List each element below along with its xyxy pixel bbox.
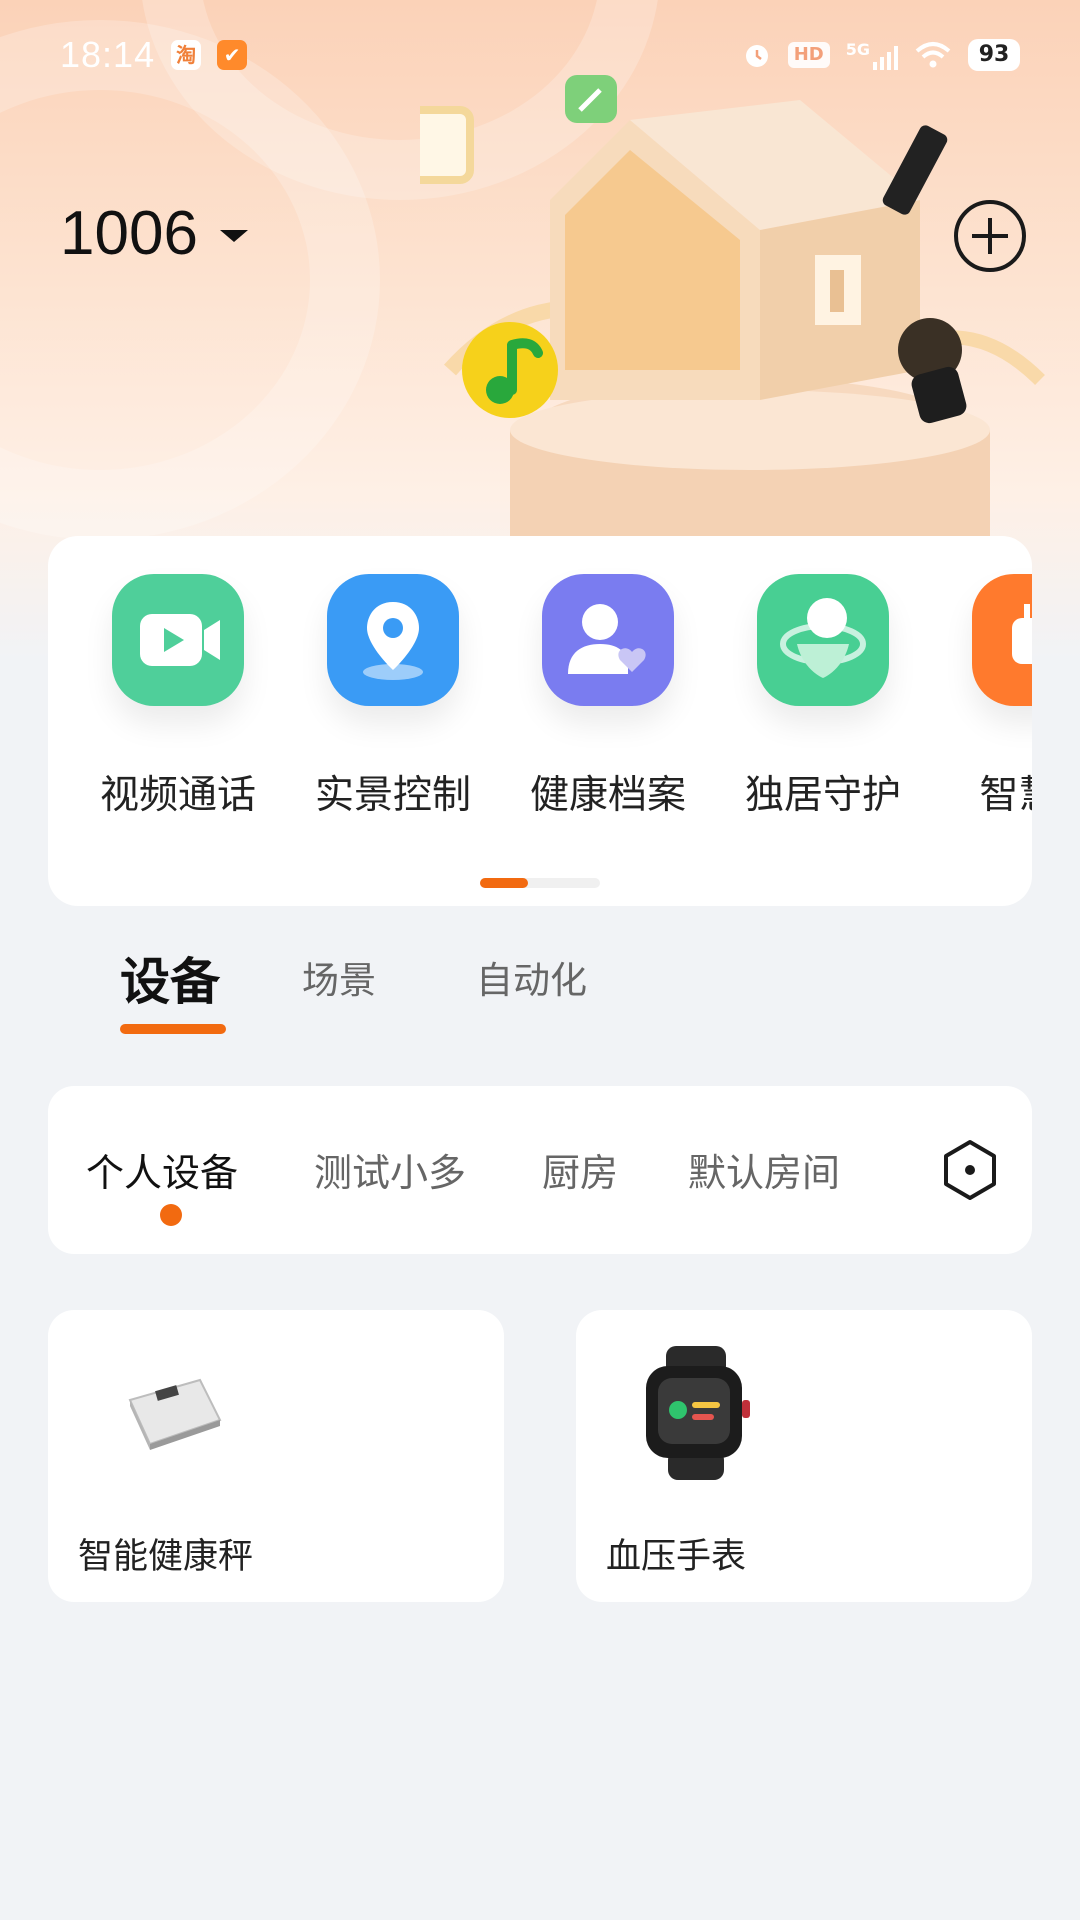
signal-icon: 5G — [846, 40, 898, 70]
home-selector[interactable]: 1006 — [60, 198, 248, 269]
scale-icon — [128, 1378, 222, 1450]
tab-automation[interactable]: 自动化 — [476, 950, 587, 1004]
device-name: 智能健康秤 — [78, 1537, 254, 1577]
shortcut-health-profile[interactable]: 健康档案 — [508, 574, 708, 820]
hd-icon: HD — [787, 42, 830, 68]
battery-icon: 93 — [968, 39, 1020, 71]
device-card-bp-watch[interactable]: 血压手表 — [576, 1310, 1032, 1602]
shortcuts-pager — [480, 878, 600, 888]
shortcut-live-control[interactable]: 实景控制 — [293, 574, 493, 820]
shortcut-label: 独居守护 — [744, 773, 901, 818]
network-type: 5G — [845, 40, 870, 59]
smart-home-illustration — [420, 75, 1045, 540]
room-tab-kitchen[interactable]: 厨房 — [542, 1142, 618, 1197]
room-tab-personal[interactable]: 个人设备 — [86, 1142, 238, 1197]
tab-active-underline — [120, 1024, 226, 1034]
room-active-dot — [160, 1204, 182, 1226]
shortcut-label: 智慧月 — [979, 773, 1032, 818]
wifi-icon — [915, 42, 951, 68]
room-tab-test[interactable]: 测试小多 — [314, 1142, 466, 1197]
shortcut-label: 视频通话 — [99, 773, 256, 818]
status-time: 18:14 — [60, 34, 156, 75]
health-profile-icon — [542, 574, 674, 706]
location-pin-icon — [327, 574, 459, 706]
guardian-icon — [757, 574, 889, 706]
chevron-down-icon — [219, 229, 248, 242]
device-name: 血压手表 — [606, 1537, 747, 1577]
video-call-icon — [112, 574, 244, 706]
shortcut-video-call[interactable]: 视频通话 — [78, 574, 278, 820]
tab-devices[interactable]: 设备 — [120, 942, 220, 1014]
room-filter-bar: 个人设备 测试小多 厨房 默认房间 — [48, 1086, 1032, 1254]
taobao-notification-icon: 淘 — [171, 40, 202, 70]
home-name: 1006 — [60, 199, 198, 268]
tab-scenes[interactable]: 场景 — [302, 950, 376, 1004]
shortcut-smart-power[interactable]: 智慧月 — [938, 574, 1032, 820]
room-tab-default[interactable]: 默认房间 — [688, 1142, 840, 1197]
plug-icon — [972, 574, 1032, 706]
pager-active-indicator — [480, 878, 528, 888]
status-indicators: HD 5G 93 — [742, 39, 1020, 71]
shortcut-living-alone-guard[interactable]: 独居守护 — [723, 574, 923, 820]
task-notification-icon: ✔ — [217, 40, 248, 70]
device-card-scale[interactable]: 智能健康秤 — [48, 1310, 504, 1602]
alarm-icon — [745, 45, 768, 67]
room-settings-icon[interactable] — [934, 1134, 1006, 1206]
shortcut-label: 健康档案 — [529, 773, 686, 818]
smartwatch-icon — [646, 1346, 750, 1480]
shortcuts-card: 视频通话 实景控制 健康档案 独居守护 智慧月 — [48, 536, 1032, 906]
shortcut-label: 实景控制 — [314, 773, 471, 818]
